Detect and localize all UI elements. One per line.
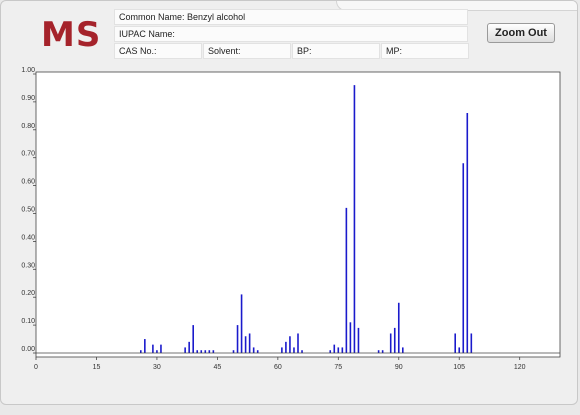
spectrum-window: MS Common Name: Benzyl alcohol IUPAC Nam… — [0, 0, 578, 405]
y-tick-label: 0.40 — [21, 234, 35, 241]
plot-area — [35, 71, 561, 358]
x-tick-label: 90 — [395, 364, 403, 371]
y-tick-label: 0.20 — [21, 290, 35, 297]
x-tick-label: 15 — [93, 364, 101, 371]
x-tick-label: 0 — [34, 364, 38, 371]
mass-spectrum-chart[interactable]: 0 15 30 45 60 75 90 105 120 0.00 0.10 0.20 0.30 0.40… — [1, 1, 578, 405]
y-tick-label: 0.30 — [21, 262, 35, 269]
y-tick-label: 0.90 — [21, 95, 35, 102]
y-tick-label: 0.80 — [21, 123, 35, 130]
x-tick-label: 45 — [213, 364, 221, 371]
y-tick-label: 0.10 — [21, 318, 35, 325]
x-tick-label: 30 — [153, 364, 161, 371]
x-tick-label: 60 — [274, 364, 282, 371]
y-tick-label: 1.00 — [21, 67, 35, 74]
y-tick-label: 0.60 — [21, 179, 35, 186]
y-tick-label: 0.70 — [21, 151, 35, 158]
x-tick-label: 105 — [453, 364, 465, 371]
x-tick-label: 75 — [334, 364, 342, 371]
y-tick-label: 0.00 — [21, 346, 35, 353]
y-tick-label: 0.50 — [21, 207, 35, 214]
x-tick-label: 120 — [514, 364, 526, 371]
